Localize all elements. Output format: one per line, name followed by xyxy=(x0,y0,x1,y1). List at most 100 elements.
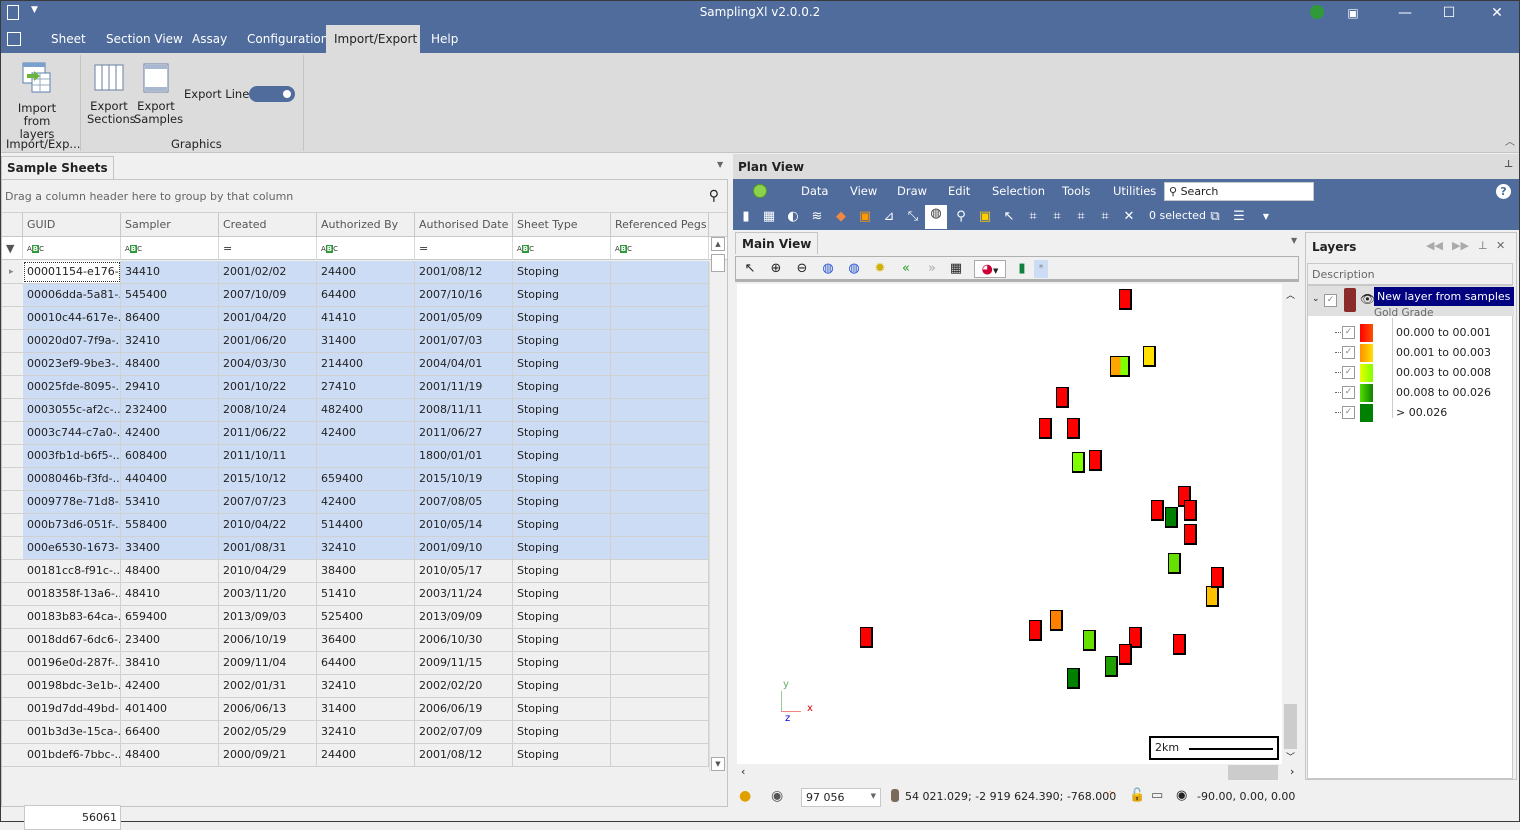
filter-cell-guid[interactable]: ABC xyxy=(23,237,121,260)
cell-authorised-date[interactable]: 2001/07/03 xyxy=(415,330,513,352)
sample-marker[interactable] xyxy=(1151,500,1164,521)
collapse-ribbon-icon[interactable]: ︿ xyxy=(1505,133,1515,148)
close-button[interactable]: ✕ xyxy=(1483,3,1511,23)
table-row[interactable]: 00196e0d-287f-... 38410 2009/11/04 64400 200… xyxy=(2,652,709,675)
cell-authorized-by[interactable] xyxy=(317,445,415,467)
cell-referenced-pegs[interactable] xyxy=(611,284,709,306)
cell-sheet-type[interactable]: Stoping xyxy=(513,468,611,490)
cell-authorised-date[interactable]: 2001/08/12 xyxy=(415,744,513,766)
cell-guid[interactable]: 0018358f-13a6-... xyxy=(23,583,121,605)
cell-referenced-pegs[interactable] xyxy=(611,445,709,467)
cell-sampler[interactable]: 545400 xyxy=(121,284,219,306)
tab-help[interactable]: Help xyxy=(423,25,466,53)
tab-sheet[interactable]: Sheet xyxy=(43,25,94,53)
cell-created[interactable]: 2002/01/31 xyxy=(219,675,317,697)
scroll-thumb[interactable] xyxy=(711,254,725,272)
cell-guid[interactable]: 00010c44-617e-... xyxy=(23,307,121,329)
sample-marker[interactable] xyxy=(1072,452,1085,473)
row-indicator[interactable] xyxy=(2,629,23,651)
cell-referenced-pegs[interactable] xyxy=(611,721,709,743)
scroll-up-button[interactable]: ▲ xyxy=(711,237,725,251)
render-mode-icon[interactable]: ◉ xyxy=(771,788,783,804)
cell-guid[interactable]: 0009778e-71d8-... xyxy=(23,491,121,513)
filter-cell-authorised-date[interactable]: = xyxy=(415,237,513,260)
cell-sheet-type[interactable]: Stoping xyxy=(513,399,611,421)
cell-guid[interactable]: 00020d07-7f9a-... xyxy=(23,330,121,352)
select-crop-icon[interactable]: ⌗ xyxy=(1024,208,1042,226)
cell-authorized-by[interactable]: 36400 xyxy=(317,629,415,651)
map-horizontal-scrollbar[interactable]: ‹ › xyxy=(737,764,1294,781)
export-lines-toggle[interactable] xyxy=(249,86,295,102)
menu-draw[interactable]: Draw xyxy=(897,179,927,204)
cell-authorised-date[interactable]: 2002/07/09 xyxy=(415,721,513,743)
cell-sheet-type[interactable]: Stoping xyxy=(513,491,611,513)
layer-visibility-checkbox[interactable]: ✓ xyxy=(1324,294,1337,307)
sample-marker[interactable] xyxy=(1168,553,1181,574)
cell-guid[interactable]: 00181cc8-f91c-... xyxy=(23,560,121,582)
cell-authorised-date[interactable]: 2008/11/11 xyxy=(415,399,513,421)
cell-sampler[interactable]: 659400 xyxy=(121,606,219,628)
zoom-out-icon[interactable]: ⊖ xyxy=(792,260,812,278)
table-row[interactable]: 001b3d3e-15ca-... 66400 2002/05/29 32410 200… xyxy=(2,721,709,744)
sample-marker[interactable] xyxy=(1067,418,1080,439)
tab-assay[interactable]: Assay xyxy=(184,25,235,53)
cell-authorised-date[interactable]: 2011/06/27 xyxy=(415,422,513,444)
legend-checkbox[interactable]: ✓ xyxy=(1342,326,1355,339)
tab-main-view[interactable]: Main View xyxy=(735,232,819,254)
table-row[interactable]: 001bdef6-7bbc-... 48400 2000/09/21 24400 200… xyxy=(2,744,709,767)
bookmark-icon[interactable]: ▮ xyxy=(1012,260,1032,278)
cell-sheet-type[interactable]: Stoping xyxy=(513,422,611,444)
cell-sheet-type[interactable]: Stoping xyxy=(513,675,611,697)
cell-sheet-type[interactable]: Stoping xyxy=(513,583,611,605)
sample-marker[interactable] xyxy=(1067,668,1080,689)
cell-authorised-date[interactable]: 2006/06/19 xyxy=(415,698,513,720)
cell-authorized-by[interactable]: 32410 xyxy=(317,721,415,743)
tab-configuration[interactable]: Configuration xyxy=(239,25,336,53)
sample-marker[interactable] xyxy=(1105,656,1118,677)
cell-authorised-date[interactable]: 2001/11/19 xyxy=(415,376,513,398)
sample-marker[interactable] xyxy=(1050,610,1063,631)
cell-referenced-pegs[interactable] xyxy=(611,307,709,329)
cell-referenced-pegs[interactable] xyxy=(611,491,709,513)
cell-authorized-by[interactable]: 525400 xyxy=(317,606,415,628)
cell-created[interactable]: 2000/09/21 xyxy=(219,744,317,766)
scroll-thumb[interactable] xyxy=(1284,704,1297,749)
cell-sampler[interactable]: 42400 xyxy=(121,675,219,697)
group-by-hint[interactable]: Drag a column header here to group by th… xyxy=(2,180,727,213)
sample-marker[interactable] xyxy=(1184,500,1197,521)
cell-sheet-type[interactable]: Stoping xyxy=(513,698,611,720)
cell-referenced-pegs[interactable] xyxy=(611,583,709,605)
column-header-authorised-date[interactable]: Authorised Date xyxy=(415,213,513,237)
zoom-in-icon[interactable]: ⊕ xyxy=(766,260,786,278)
row-indicator[interactable] xyxy=(2,652,23,674)
cell-sheet-type[interactable]: Stoping xyxy=(513,284,611,306)
globe-icon[interactable]: ◍ xyxy=(925,205,947,229)
cell-sampler[interactable]: 558400 xyxy=(121,514,219,536)
layer-color-swatch[interactable] xyxy=(1344,288,1356,312)
cell-created[interactable]: 2001/10/22 xyxy=(219,376,317,398)
row-indicator[interactable] xyxy=(2,422,23,444)
legend-checkbox[interactable]: ✓ xyxy=(1342,346,1355,359)
filter-cell-referenced-pegs[interactable]: ABC xyxy=(611,237,709,260)
cell-sampler[interactable]: 608400 xyxy=(121,445,219,467)
cell-authorized-by[interactable]: 24400 xyxy=(317,744,415,766)
cell-sampler[interactable]: 48400 xyxy=(121,353,219,375)
cell-guid[interactable]: 00001154-e176-... xyxy=(23,261,121,283)
tab-sample-sheets[interactable]: Sample Sheets xyxy=(1,156,114,180)
cell-guid[interactable]: 00023ef9-9be3-... xyxy=(23,353,121,375)
tab-section-view[interactable]: Section View xyxy=(98,25,191,53)
sample-marker[interactable] xyxy=(1211,567,1224,588)
cell-authorised-date[interactable]: 2002/02/20 xyxy=(415,675,513,697)
cell-sampler[interactable]: 32410 xyxy=(121,330,219,352)
cell-created[interactable]: 2002/05/29 xyxy=(219,721,317,743)
table-row[interactable]: 00023ef9-9be3-... 48400 2004/03/30 214400 20… xyxy=(2,353,709,376)
menu-view[interactable]: View xyxy=(850,179,877,204)
copy-selection-icon[interactable]: ⧉ xyxy=(1206,208,1224,226)
row-indicator[interactable]: ▸ xyxy=(2,261,23,283)
cell-created[interactable]: 2001/08/31 xyxy=(219,537,317,559)
scroll-down-icon[interactable]: ﹀ xyxy=(1286,750,1295,763)
table-row[interactable]: 00198bdc-3e1b-... 42400 2002/01/31 32410 200… xyxy=(2,675,709,698)
bounds-icon[interactable]: ▣ xyxy=(856,208,874,226)
cell-referenced-pegs[interactable] xyxy=(611,422,709,444)
eye-icon[interactable]: 👁 xyxy=(1360,292,1375,306)
